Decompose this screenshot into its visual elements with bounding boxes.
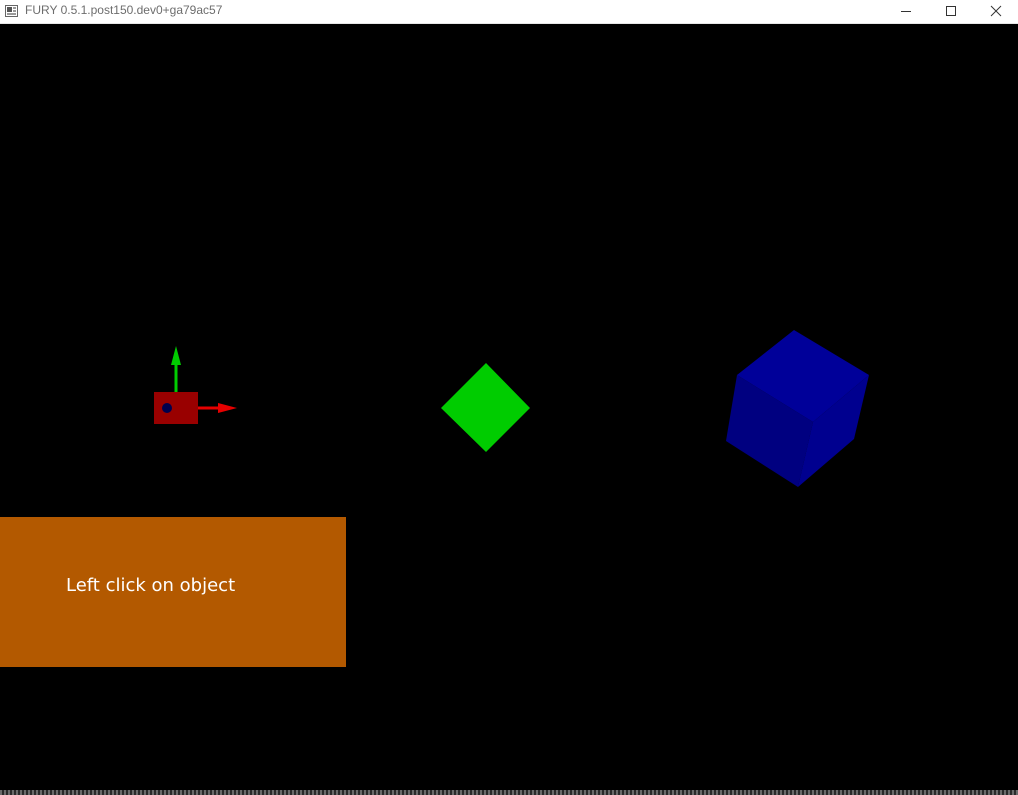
scene-canvas[interactable] [0, 24, 1018, 790]
app-window: FURY 0.5.1.post150.dev0+ga79ac57 Left cl… [0, 0, 1018, 795]
blue-cube[interactable] [726, 330, 869, 487]
close-button[interactable] [973, 0, 1018, 22]
render-viewport[interactable]: Left click on object [0, 24, 1018, 790]
close-icon [990, 5, 1002, 17]
maximize-button[interactable] [928, 0, 974, 22]
minimize-button[interactable] [883, 0, 929, 22]
window-title: FURY 0.5.1.post150.dev0+ga79ac57 [25, 3, 223, 17]
y-axis-arrow-icon [171, 346, 181, 365]
maximize-icon [946, 6, 956, 16]
red-box[interactable] [154, 392, 198, 424]
instruction-text: Left click on object [66, 575, 236, 596]
green-diamond[interactable] [441, 363, 530, 452]
instruction-panel: Left click on object [0, 517, 346, 667]
title-bar[interactable]: FURY 0.5.1.post150.dev0+ga79ac57 [0, 0, 1018, 24]
box-dot [162, 403, 172, 413]
red-box-object[interactable] [154, 346, 237, 424]
minimize-icon [901, 11, 911, 12]
x-axis-arrow-icon [218, 403, 237, 413]
window-bottom-edge [0, 790, 1018, 795]
app-icon [5, 5, 18, 17]
